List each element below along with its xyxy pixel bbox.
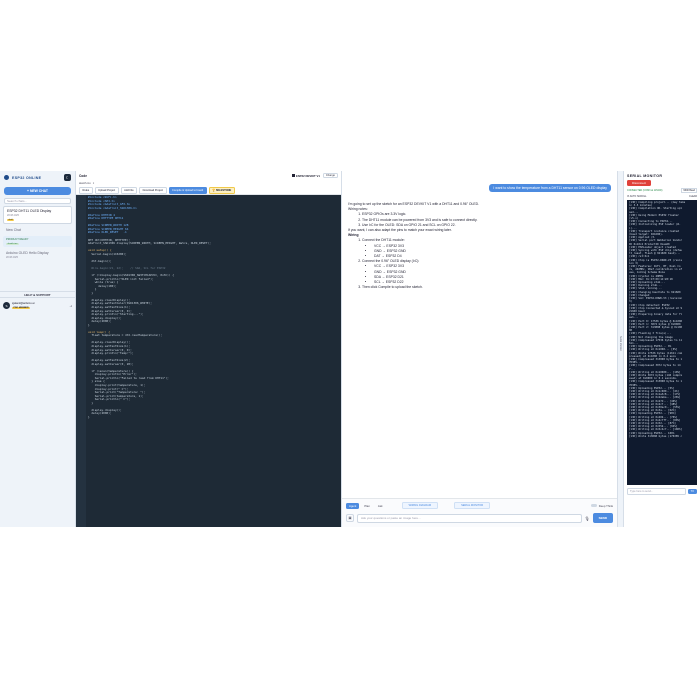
plan-badge: PRO MEMBER [12,307,31,309]
logout-icon[interactable]: ⇥ [69,304,72,308]
board-selector: ESP32 DEVKIT V1 [291,173,320,178]
deep-think-toggle[interactable]: Deep Think [590,503,613,508]
rules-button[interactable]: Rules [79,186,93,194]
logo-icon [4,175,9,180]
serial-collapse-rail[interactable]: Serial Monitor [618,171,624,527]
chat-item-title: New Chat [6,228,21,232]
compile-upload-button[interactable]: Compile & Upload to board [168,186,207,194]
chat-item[interactable]: ESP32 DHT11 OLED Display 28.08.2025 draf… [3,206,72,224]
download-project-button[interactable]: Download Project [139,186,167,194]
milestone-label: MILESTONE [216,188,232,192]
upload-project-button[interactable]: Upload Project [94,186,119,194]
line-gutter [76,195,86,527]
code-label: Code [79,173,87,178]
serial-log[interactable]: [13K] Compiling project... (may take in 3… [627,200,697,485]
baud-select[interactable]: 9600 Baud [681,188,697,193]
chat-item-title: ESP32 DHT11 OLED Display [7,209,52,213]
chat-item-date: 28.08.2025 [7,214,19,217]
assistant-message: I'm going to set up the sketch for an ES… [348,202,598,290]
chat-input[interactable]: Ask your questions or paste an image her… [357,513,582,523]
chat-item-title: Arduino OLED Hello Display [6,251,49,255]
search-chats-input[interactable]: Search chats... [4,198,71,204]
step-item: Then click Compile to upload the sketch. [362,285,598,290]
avatar: S [3,302,10,309]
close-icon[interactable]: × [93,182,95,185]
sidebar: ESP32 ONLINE ☾ + NEW CHAT Search chats..… [0,171,76,527]
serial-monitor-button[interactable]: SERIAL MONITOR [454,502,491,509]
chat-item-title: PRODUCT READY [6,238,29,241]
chat-item[interactable]: PRODUCT READY sketch.ino [3,236,72,247]
connection-status: CONNECTED (COM3 at 115200) [627,189,663,192]
notes-list: ESP32 GPIOs are 3.3V logic. The DHT11 mo… [348,212,598,228]
mode-agent[interactable]: Agent [346,502,360,509]
code-line: } [88,415,90,419]
message-list: I want to show the temperature from a DH… [342,171,617,498]
code-header: Code ESP32 DEVKIT V1 Change [76,171,341,180]
log-line: [13K] Wrote 313808 bytes (176385 c [629,434,683,438]
deep-think-label: Deep Think [598,503,613,508]
clear-button[interactable]: CLEAR [689,195,697,198]
mode-plan[interactable]: Plan [361,503,373,509]
serial-input-row: Type here to send... TX [627,488,697,495]
serial-monitor: SERIAL MONITOR Disconnect CONNECTED (COM… [624,171,700,527]
user-email: igaland@arduino.ai [12,302,35,305]
app-window: ESP32 ONLINE ☾ + NEW CHAT Search chats..… [0,171,700,527]
help-support-button[interactable]: HELP & SUPPORT [0,291,75,298]
send-button[interactable]: SEND [592,513,613,523]
steps-list: Connect the DHT11 module: VCC → ESP32 3V… [348,238,598,290]
serial-status-row: CONNECTED (COM3 at 115200) 9600 Baud [627,188,697,193]
composer: Agent Plan Ask WIRING DIAGRAM SERIAL MON… [342,498,617,527]
serial-input[interactable]: Type here to send... [627,488,686,495]
sidebar-header: ESP32 ONLINE ☾ [0,171,75,184]
autoscroll-checkbox[interactable]: ☑ AUTO SCROLL [627,195,647,198]
theme-toggle-icon[interactable]: ☾ [64,174,71,181]
step-title: Connect the 0.96" OLED display (I²C): [362,259,420,264]
mode-ask[interactable]: Ask [375,503,386,509]
code-lines[interactable]: #include <WiFi.h> #include <SPI.h> #includ… [86,195,341,527]
chat-item-tag: draft [7,219,15,221]
step-item: Connect the DHT11 module: VCC → ESP32 3V… [362,238,598,259]
board-name: ESP32 DEVKIT V1 [295,173,320,178]
autoscroll-label: AUTO SCROLL [629,195,647,198]
new-chat-button[interactable]: + NEW CHAT [4,187,71,195]
wiring-diagram-button[interactable]: WIRING DIAGRAM [401,502,439,509]
chat-item-tag: sketch.ino [6,243,19,245]
rail-label: Serial Monitor [619,336,622,351]
microphone-icon[interactable]: 🎙 [585,516,590,521]
milestone-button[interactable]: 🏆 MILESTONE [208,186,235,194]
trophy-icon: 🏆 [212,188,216,192]
step-item: Connect the 0.96" OLED display (I²C): VC… [362,259,598,285]
add-file-button[interactable]: Add File [120,186,138,194]
code-editor[interactable]: #include <WiFi.h> #include <SPI.h> #includ… [76,195,341,527]
mode-bar: Agent Plan Ask WIRING DIAGRAM SERIAL MON… [346,501,613,510]
step-sublist: VCC → ESP32 3V3 GND → ESP32 GND SDA → ES… [362,264,598,285]
serial-options: ☑ AUTO SCROLL CLEAR [627,195,697,198]
chat-item-date: 28.08.2025 [6,256,18,259]
change-board-button[interactable]: Change [322,173,338,178]
step-title: Connect the DHT11 module: [362,238,405,243]
image-attach-icon[interactable]: ▣ [346,514,354,522]
input-row: ▣ Ask your questions or paste an image h… [346,512,613,524]
chat-item[interactable]: Arduino OLED Hello Display 28.08.2025 [3,249,72,261]
chip-icon [291,174,295,177]
toggle-switch[interactable] [590,504,597,507]
chat-panel: I want to show the temperature from a DH… [342,171,618,527]
serial-title: SERIAL MONITOR [627,174,663,178]
file-name: sketch.ino [79,181,91,185]
chat-item[interactable]: New Chat [3,226,72,234]
disconnect-button[interactable]: Disconnect [627,180,651,186]
user-profile[interactable]: S igaland@arduino.ai PRO MEMBER ⇥ [3,302,72,309]
code-toolbar: Rules Upload Project Add File Download P… [76,186,341,195]
step-sublist: VCC → ESP32 3V3 GND → ESP32 GND DAT → ES… [362,244,598,260]
serial-send-button[interactable]: TX [687,489,697,494]
user-message: I want to show the temperature from a DH… [489,184,611,192]
brand-name: ESP32 ONLINE [12,175,42,180]
code-panel: Code ESP32 DEVKIT V1 Change sketch.ino ×… [76,171,342,527]
